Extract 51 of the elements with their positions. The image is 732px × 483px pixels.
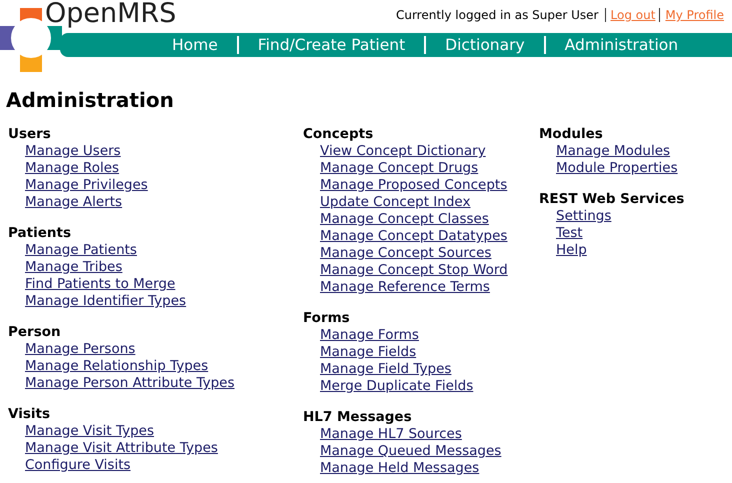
admin-link[interactable]: Configure Visits: [25, 457, 131, 474]
admin-link[interactable]: Manage Proposed Concepts: [320, 177, 508, 194]
admin-link[interactable]: Find Patients to Merge: [25, 276, 176, 293]
admin-link[interactable]: Manage Concept Sources: [320, 245, 492, 262]
admin-link[interactable]: Manage Concept Stop Word: [320, 262, 508, 279]
nav-link[interactable]: Dictionary: [424, 36, 544, 54]
section-heading: Visits: [8, 406, 51, 423]
admin-link[interactable]: Manage Roles: [25, 160, 120, 177]
admin-link[interactable]: Module Properties: [556, 160, 678, 177]
section-heading: Modules: [539, 126, 604, 143]
admin-link[interactable]: Manage Relationship Types: [25, 358, 208, 375]
admin-link[interactable]: Help: [556, 242, 587, 259]
login-status: Currently logged in as Super User: [396, 8, 598, 22]
admin-link[interactable]: Merge Duplicate Fields: [320, 378, 474, 395]
admin-link[interactable]: Manage Concept Classes: [320, 211, 489, 228]
admin-link[interactable]: Manage Visit Types: [25, 423, 154, 440]
section-heading: Person: [8, 324, 62, 341]
admin-link[interactable]: Manage Privileges: [25, 177, 148, 194]
nav-link[interactable]: Administration: [544, 36, 698, 54]
admin-link[interactable]: Manage Concept Drugs: [320, 160, 478, 177]
app-name: OpenMRS: [45, 0, 176, 29]
admin-link[interactable]: Update Concept Index: [320, 194, 470, 211]
admin-link[interactable]: Manage Persons: [25, 341, 136, 358]
section-heading: REST Web Services: [539, 191, 686, 208]
admin-link[interactable]: Manage Held Messages: [320, 460, 480, 477]
admin-link[interactable]: Manage Identifier Types: [25, 293, 186, 310]
admin-link[interactable]: Manage Visit Attribute Types: [25, 440, 218, 457]
nav-link[interactable]: Find/Create Patient: [236, 36, 424, 54]
admin-link[interactable]: Manage Patients: [25, 242, 137, 259]
admin-link[interactable]: Manage Concept Datatypes: [320, 228, 508, 245]
admin-link[interactable]: Manage Fields: [320, 344, 416, 361]
section-heading: Patients: [8, 225, 72, 242]
admin-link[interactable]: Manage Modules: [556, 143, 670, 160]
admin-link[interactable]: Test: [556, 225, 583, 242]
admin-link[interactable]: Manage HL7 Sources: [320, 426, 462, 443]
admin-link[interactable]: Manage Tribes: [25, 259, 122, 276]
admin-link[interactable]: Manage Users: [25, 143, 121, 160]
admin-link[interactable]: View Concept Dictionary: [320, 143, 486, 160]
admin-link[interactable]: Manage Person Attribute Types: [25, 375, 235, 392]
admin-link[interactable]: Manage Alerts: [25, 194, 122, 211]
section-heading: Users: [8, 126, 52, 143]
section-heading: HL7 Messages: [303, 409, 413, 426]
admin-link[interactable]: Manage Field Types: [320, 361, 452, 378]
section-heading: Forms: [303, 310, 351, 327]
page-title: Administration: [6, 88, 175, 112]
section-heading: Concepts: [303, 126, 374, 143]
admin-link[interactable]: Manage Forms: [320, 327, 419, 344]
nav-link[interactable]: Home: [160, 36, 237, 54]
admin-link[interactable]: Manage Reference Terms: [320, 279, 490, 296]
admin-link[interactable]: Manage Queued Messages: [320, 443, 502, 460]
admin-link[interactable]: Settings: [556, 208, 612, 225]
